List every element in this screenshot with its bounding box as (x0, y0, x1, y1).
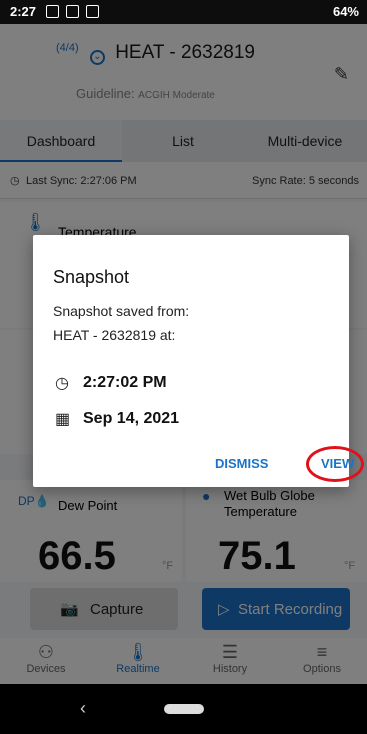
back-icon[interactable]: ‹ (80, 698, 86, 719)
battery-level: 64% (332, 4, 359, 19)
snapshot-time: 2:27:02 PM (83, 374, 167, 391)
dialog-line-2: HEAT - 2632819 at: (53, 327, 176, 343)
notification-icon (86, 5, 99, 18)
dialog-title: Snapshot (53, 267, 130, 287)
status-bar: 2:27 64% (0, 0, 367, 24)
dialog-line-1: Snapshot saved from: (53, 303, 190, 319)
calendar-icon: ▦ (55, 411, 71, 428)
system-nav-bar: ‹ (0, 684, 367, 734)
notification-icon (66, 5, 79, 18)
status-time: 2:27 (10, 4, 37, 19)
snapshot-date: Sep 14, 2021 (83, 410, 180, 427)
dismiss-button[interactable]: DISMISS (215, 456, 268, 471)
highlight-circle (306, 446, 364, 482)
snapshot-dialog: Snapshot Snapshot saved from: HEAT - 263… (33, 235, 364, 487)
home-pill[interactable] (164, 704, 204, 714)
clock-icon: ◷ (55, 375, 69, 392)
notification-icon (46, 5, 59, 18)
